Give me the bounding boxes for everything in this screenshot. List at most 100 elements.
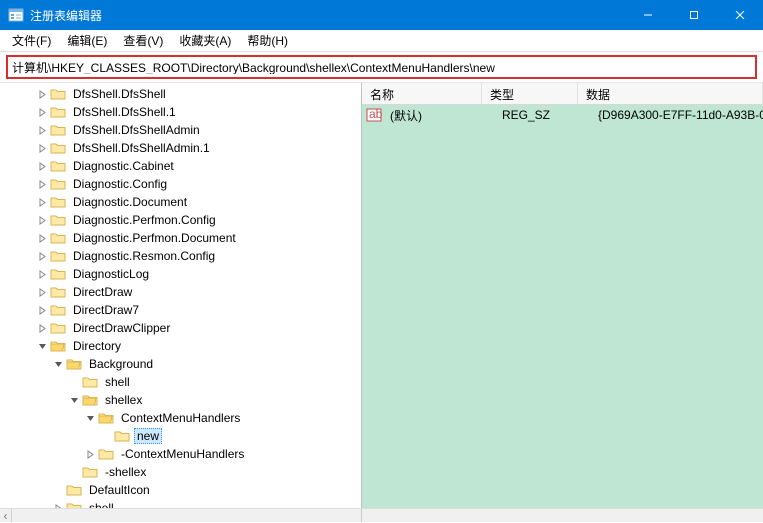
expand-icon[interactable] — [36, 286, 48, 298]
tree-item[interactable]: new — [4, 427, 361, 445]
col-name[interactable]: 名称 — [362, 83, 482, 104]
list-body[interactable]: ab(默认)REG_SZ{D969A300-E7FF-11d0-A93B-00A… — [362, 105, 763, 508]
address-bar[interactable] — [6, 55, 757, 79]
tree-item-label: DefaultIcon — [86, 482, 153, 498]
expand-icon[interactable] — [36, 322, 48, 334]
tree-item-label: DfsShell.DfsShellAdmin.1 — [70, 140, 213, 156]
no-expand-icon — [68, 376, 80, 388]
tree-item[interactable]: -ContextMenuHandlers — [4, 445, 361, 463]
tree-pane[interactable]: DfsShell.DfsShell DfsShell.DfsShell.1 DfsS… — [0, 83, 362, 508]
tree-item-label: Background — [86, 356, 156, 372]
expand-icon[interactable] — [36, 88, 48, 100]
tree-item[interactable]: shell — [4, 373, 361, 391]
tree-item[interactable]: Background — [4, 355, 361, 373]
folder-icon — [50, 285, 66, 299]
content-area: DfsShell.DfsShell DfsShell.DfsShell.1 DfsS… — [0, 82, 763, 508]
no-expand-icon — [100, 430, 112, 442]
collapse-icon[interactable] — [84, 412, 96, 424]
folder-icon — [66, 501, 82, 508]
svg-text:ab: ab — [369, 107, 382, 121]
maximize-button[interactable] — [671, 0, 717, 30]
tree-item[interactable]: shellex — [4, 391, 361, 409]
folder-icon — [50, 231, 66, 245]
app-icon — [8, 7, 24, 23]
window-buttons — [625, 0, 763, 30]
tree-item[interactable]: Diagnostic.Perfmon.Document — [4, 229, 361, 247]
expand-icon[interactable] — [36, 214, 48, 226]
tree-item[interactable]: DfsShell.DfsShellAdmin.1 — [4, 139, 361, 157]
titlebar: 注册表编辑器 — [0, 0, 763, 30]
expand-icon[interactable] — [36, 304, 48, 316]
tree-item[interactable]: Diagnostic.Resmon.Config — [4, 247, 361, 265]
minimize-button[interactable] — [625, 0, 671, 30]
list-row[interactable]: ab(默认)REG_SZ{D969A300-E7FF-11d0-A93B-00A… — [362, 105, 763, 125]
tree-item[interactable]: DirectDraw7 — [4, 301, 361, 319]
tree-item[interactable]: Diagnostic.Cabinet — [4, 157, 361, 175]
tree-item-label: ContextMenuHandlers — [118, 410, 243, 426]
expand-icon[interactable] — [52, 502, 64, 508]
tree-item[interactable]: -shellex — [4, 463, 361, 481]
expand-icon[interactable] — [84, 448, 96, 460]
tree-item[interactable]: DfsShell.DfsShellAdmin — [4, 121, 361, 139]
folder-icon — [50, 105, 66, 119]
expand-icon[interactable] — [36, 268, 48, 280]
folder-icon — [50, 321, 66, 335]
value-name: (默认) — [386, 107, 498, 124]
expand-icon[interactable] — [36, 124, 48, 136]
menu-file[interactable]: 文件(F) — [4, 30, 59, 51]
tree-item[interactable]: DfsShell.DfsShell.1 — [4, 103, 361, 121]
expand-icon[interactable] — [36, 178, 48, 190]
tree-item-label: Diagnostic.Cabinet — [70, 158, 177, 174]
scroll-left-icon[interactable]: ‹ — [0, 509, 12, 522]
folder-icon — [82, 393, 98, 407]
tree-item[interactable]: ContextMenuHandlers — [4, 409, 361, 427]
expand-icon[interactable] — [36, 250, 48, 262]
tree-item[interactable]: DirectDraw — [4, 283, 361, 301]
col-data[interactable]: 数据 — [578, 83, 763, 104]
column-headers: 名称 类型 数据 — [362, 83, 763, 105]
folder-icon — [50, 249, 66, 263]
tree-item-label: DfsShell.DfsShell.1 — [70, 104, 179, 120]
list-pane: 名称 类型 数据 ab(默认)REG_SZ{D969A300-E7FF-11d0… — [362, 83, 763, 508]
folder-icon — [98, 411, 114, 425]
tree-item-label: DfsShell.DfsShell — [70, 86, 169, 102]
tree: DfsShell.DfsShell DfsShell.DfsShell.1 DfsS… — [0, 83, 361, 508]
expand-icon[interactable] — [36, 160, 48, 172]
tree-item[interactable]: Diagnostic.Perfmon.Config — [4, 211, 361, 229]
expand-icon[interactable] — [36, 106, 48, 118]
tree-item-label: Diagnostic.Document — [70, 194, 190, 210]
folder-icon — [114, 429, 130, 443]
tree-item-label: DfsShell.DfsShellAdmin — [70, 122, 203, 138]
folder-icon — [50, 123, 66, 137]
tree-item[interactable]: shell — [4, 499, 361, 508]
tree-item[interactable]: Diagnostic.Config — [4, 175, 361, 193]
folder-icon — [50, 87, 66, 101]
tree-item-label: DirectDraw7 — [70, 302, 142, 318]
tree-item[interactable]: DirectDrawClipper — [4, 319, 361, 337]
menu-help[interactable]: 帮助(H) — [239, 30, 296, 51]
tree-item[interactable]: DfsShell.DfsShell — [4, 85, 361, 103]
string-value-icon: ab — [366, 107, 382, 123]
folder-icon — [82, 465, 98, 479]
menu-edit[interactable]: 编辑(E) — [59, 30, 115, 51]
expand-icon[interactable] — [36, 196, 48, 208]
folder-icon — [50, 141, 66, 155]
tree-item[interactable]: Diagnostic.Document — [4, 193, 361, 211]
expand-icon[interactable] — [36, 232, 48, 244]
menu-favorites[interactable]: 收藏夹(A) — [171, 30, 239, 51]
menu-view[interactable]: 查看(V) — [115, 30, 171, 51]
collapse-icon[interactable] — [36, 340, 48, 352]
tree-item[interactable]: Directory — [4, 337, 361, 355]
folder-icon — [82, 375, 98, 389]
tree-item-label: DirectDraw — [70, 284, 135, 300]
col-type[interactable]: 类型 — [482, 83, 578, 104]
address-input[interactable] — [12, 60, 751, 74]
collapse-icon[interactable] — [68, 394, 80, 406]
tree-item[interactable]: DefaultIcon — [4, 481, 361, 499]
collapse-icon[interactable] — [52, 358, 64, 370]
close-button[interactable] — [717, 0, 763, 30]
folder-icon — [50, 195, 66, 209]
folder-icon — [50, 213, 66, 227]
tree-item[interactable]: DiagnosticLog — [4, 265, 361, 283]
expand-icon[interactable] — [36, 142, 48, 154]
